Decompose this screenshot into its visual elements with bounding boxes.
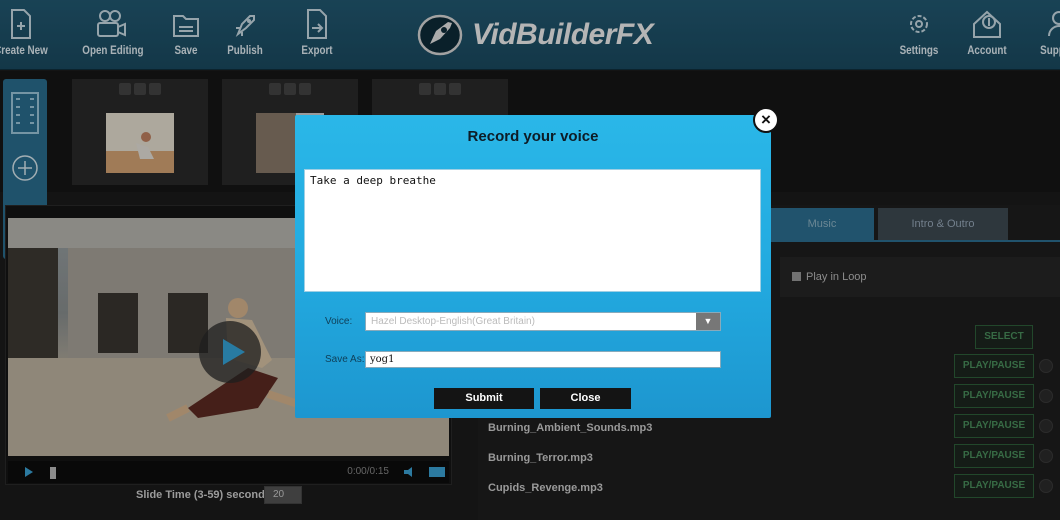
submit-label: Submit <box>465 392 503 404</box>
dialog-title: Record your voice <box>467 128 599 145</box>
chevron-down-icon[interactable]: ▼ <box>696 313 720 330</box>
close-button[interactable]: Close <box>540 388 631 409</box>
save-as-label: Save As: <box>325 354 365 365</box>
voice-text-input[interactable]: Take a deep breathe <box>304 169 761 292</box>
record-voice-dialog: Record your voice Take a deep breathe Vo… <box>295 115 771 418</box>
close-icon[interactable]: × <box>753 107 779 133</box>
submit-button[interactable]: Submit <box>434 388 534 409</box>
close-label: Close <box>570 392 601 404</box>
voice-select[interactable]: Hazel Desktop-English(Great Britain) ▼ <box>365 312 721 331</box>
voice-select-value: Hazel Desktop-English(Great Britain) <box>371 316 535 327</box>
save-as-input[interactable] <box>365 351 721 368</box>
voice-label: Voice: <box>325 316 353 327</box>
